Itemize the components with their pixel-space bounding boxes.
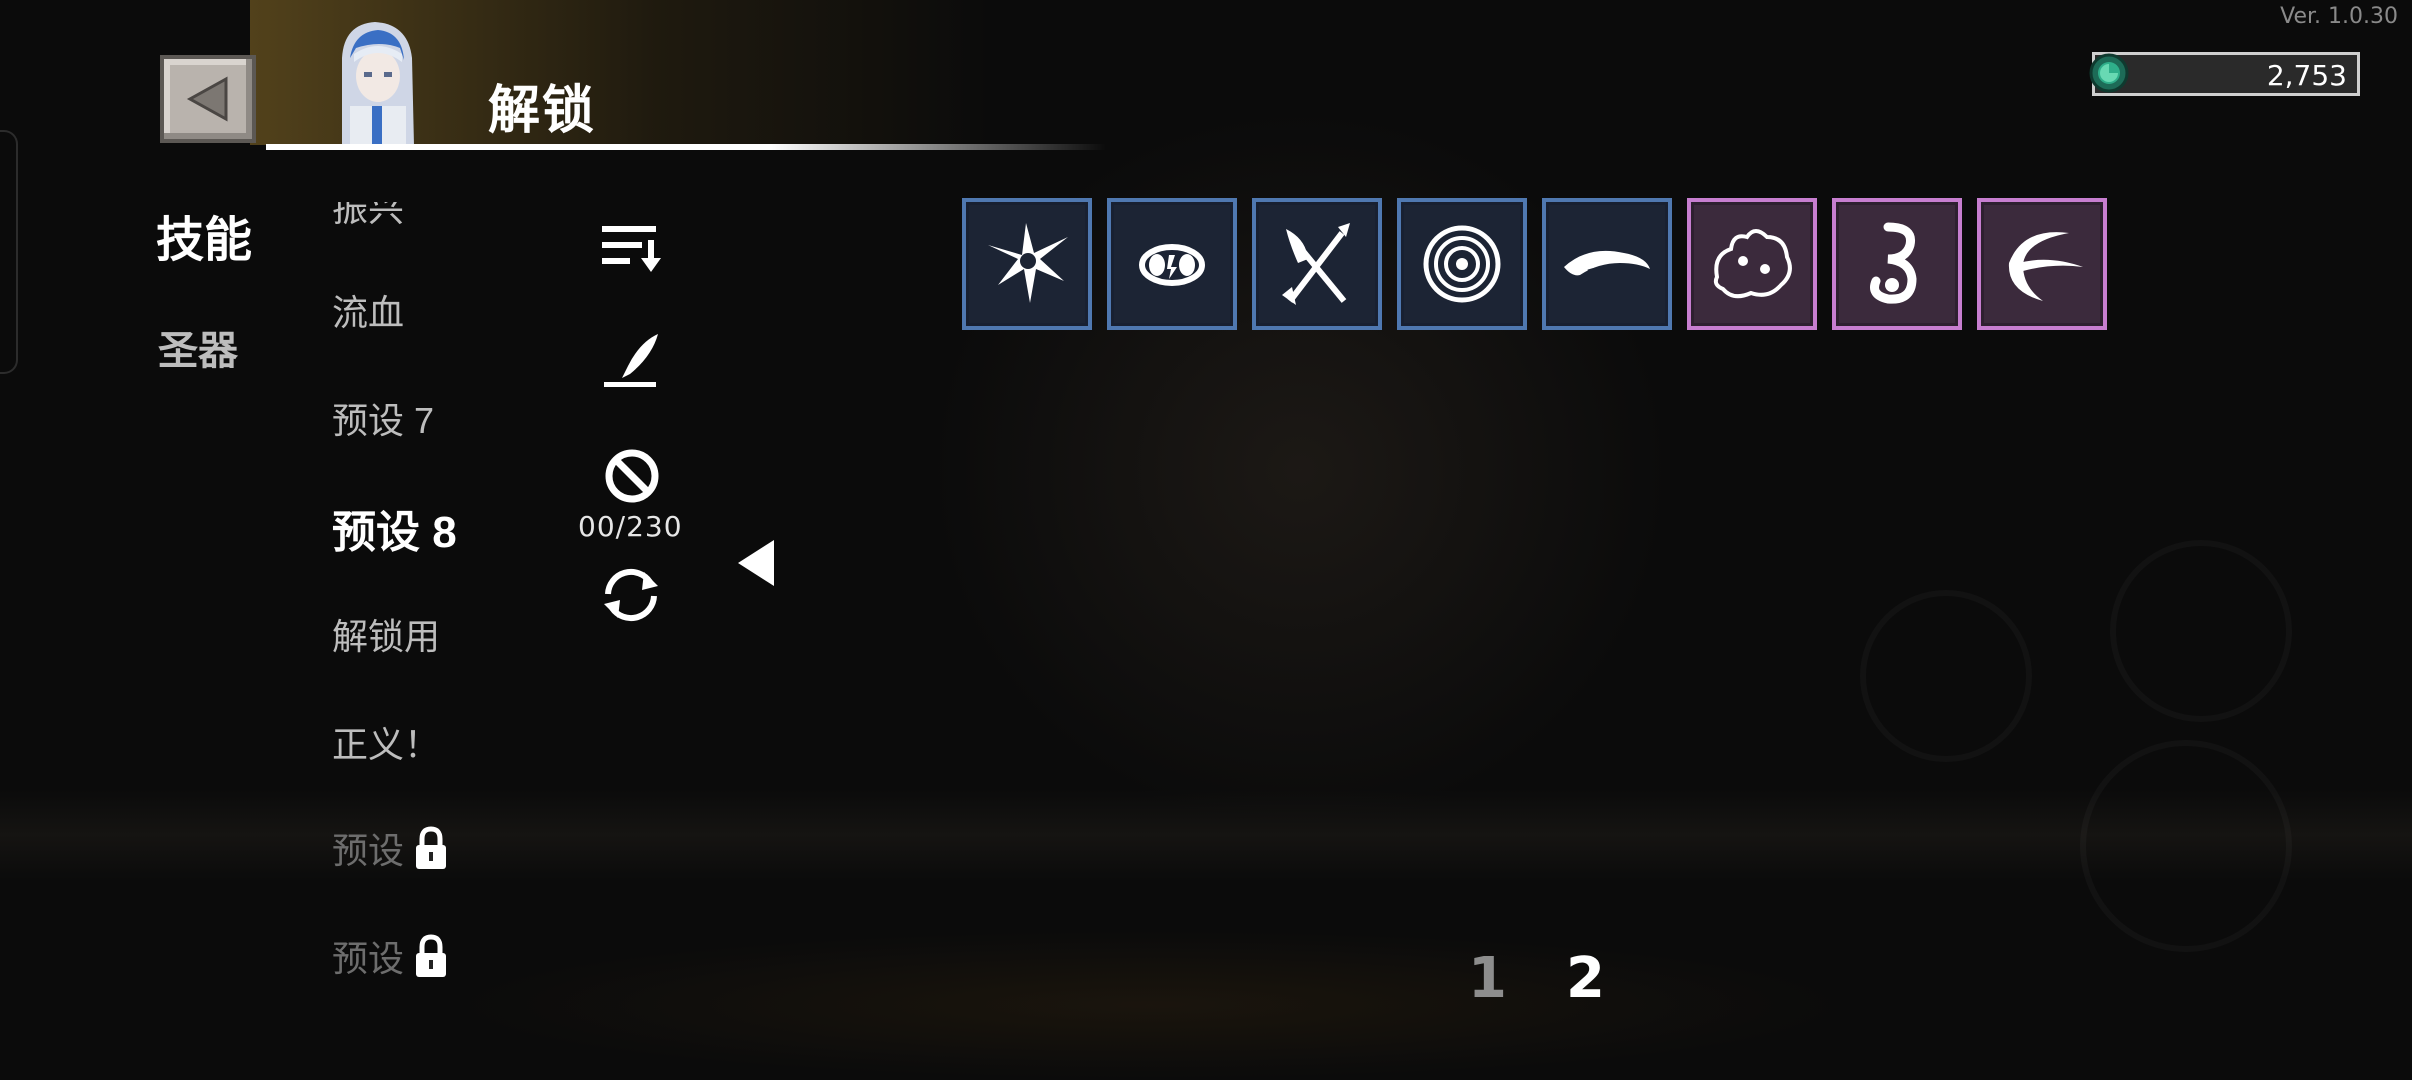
lock-icon	[408, 825, 454, 871]
page-button-1[interactable]: 1	[1468, 946, 1507, 1011]
preset-item[interactable]: 正义！	[332, 716, 440, 768]
back-button[interactable]	[160, 55, 256, 143]
background-floor	[450, 930, 1850, 1080]
skill-slot[interactable]	[1252, 198, 1382, 330]
currency-value: 2,753	[2266, 59, 2347, 92]
sort-icon	[602, 226, 661, 272]
preset-item-selected[interactable]: 预设 8	[332, 496, 457, 560]
beast-swarm-skill-icon	[1713, 229, 1792, 299]
claw-orb-skill-icon	[1139, 244, 1205, 286]
thorn-burst-skill-icon	[988, 223, 1068, 303]
lock-icon	[408, 933, 454, 979]
title-underline	[266, 144, 1106, 150]
green-gem-icon	[2089, 53, 2129, 93]
rename-button[interactable]	[600, 330, 664, 390]
background-ring	[2110, 540, 2292, 722]
preset-label: 流血	[332, 292, 405, 333]
preset-item[interactable]: 预设 7	[332, 392, 434, 444]
skill-slot[interactable]	[1107, 198, 1237, 330]
sort-button[interactable]	[598, 222, 664, 276]
tab-relics[interactable]: 圣器	[158, 318, 238, 376]
background-ring	[1860, 590, 2032, 762]
vortex-skill-icon	[1423, 225, 1501, 303]
preset-item-locked[interactable]: 预设	[332, 930, 454, 982]
serpent-skill-icon	[1870, 222, 1917, 304]
collapse-panel-button[interactable]	[736, 538, 776, 593]
skill-slot[interactable]	[1687, 198, 1817, 330]
version-label: Ver. 1.0.30	[2280, 4, 2398, 29]
skill-slot[interactable]	[1397, 198, 1527, 330]
currency-display: 2,753	[2089, 52, 2360, 96]
preset-item-locked[interactable]: 预设	[332, 822, 454, 874]
skill-slot[interactable]	[1977, 198, 2107, 330]
page-title: 解锁	[488, 82, 597, 140]
page-button-2[interactable]: 2	[1566, 946, 1605, 1011]
crossed-blades-skill-icon	[1282, 223, 1350, 305]
preset-label: 预设 8	[332, 508, 457, 557]
back-arrow-icon	[186, 76, 228, 122]
quill-icon	[604, 334, 658, 387]
preset-label: 预设	[332, 938, 405, 979]
preset-label: 预设 7	[332, 400, 435, 441]
no-sign-icon	[605, 449, 659, 503]
preset-label: 解锁用	[332, 616, 441, 657]
skill-slot[interactable]	[1832, 198, 1962, 330]
preset-item[interactable]: 振兴	[332, 188, 405, 232]
skill-slot[interactable]	[962, 198, 1092, 330]
preset-label: 预设	[332, 830, 405, 871]
preset-item[interactable]: 解锁用	[332, 608, 440, 660]
clear-button[interactable]	[604, 448, 660, 504]
preset-label: 振兴	[332, 188, 405, 229]
skill-counter: 00/230	[578, 510, 683, 543]
skill-slot[interactable]	[1542, 198, 1672, 330]
preset-label: 正义！	[332, 724, 441, 765]
background-scene	[900, 80, 1700, 860]
refresh-icon	[604, 568, 658, 622]
background-ring	[2080, 740, 2292, 952]
wind-slash-skill-icon	[1564, 250, 1650, 276]
side-edge-handle	[0, 130, 18, 374]
reset-button[interactable]	[596, 564, 666, 626]
triangle-left-icon	[738, 540, 774, 586]
crescent-slash-skill-icon	[2008, 232, 2083, 301]
preset-item[interactable]: 流血	[332, 284, 404, 336]
tab-skills[interactable]: 技能	[156, 200, 252, 270]
character-avatar	[320, 18, 430, 146]
